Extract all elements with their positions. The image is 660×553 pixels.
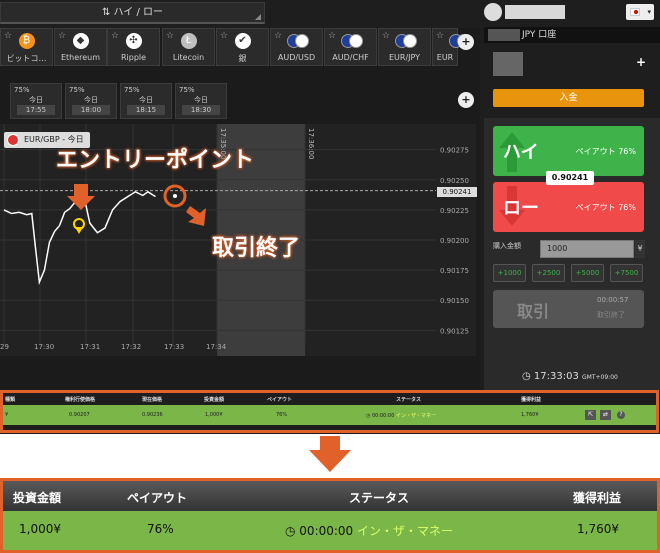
row-status: ◷ 00:00:00 イン・ザ・マネー [366,412,436,419]
row-status-text: イン・ザ・マネー [396,413,437,419]
sell-back-icon[interactable]: ⇄ [600,410,611,420]
exit-circle-icon [163,184,187,208]
quick-add-1000[interactable]: +1000 [493,264,526,282]
col-current: 現在価格 [142,397,163,403]
trade-button[interactable]: 取引 00:00:57 取引終了 [493,290,644,328]
row-current: 0.90236 [142,412,163,418]
language-caret: ▾ [647,8,651,16]
row-strike: 0.90207 [69,412,90,418]
quick-add-5000[interactable]: +5000 [571,264,604,282]
row-profit: 1,760¥ [521,412,539,418]
deposit-button[interactable]: 入金 [493,89,644,107]
zoom-row-payout: 76% [147,522,174,536]
language-button[interactable]: ▾ [626,4,654,20]
high-button[interactable]: ハイ ペイアウト 76% [493,126,644,176]
zoom-status-clock-icon: ◷ [285,524,300,538]
down-pointer-icon [309,436,351,472]
zoom-table-row: 1,000¥ 76% ◷ 00:00:00 イン・ザ・マネー 1,760¥ [3,511,657,550]
annotation-overlay [67,184,206,234]
mid-price: 0.90241 [546,171,594,185]
zoom-col-payout: ペイアウト [127,491,188,505]
trade-timer: 00:00:57 [597,296,629,304]
share-icon[interactable]: ⇱ [585,410,596,420]
col-invest: 投資金額 [204,397,225,403]
amount-label: 購入金額 [493,242,521,250]
user-name-blurred [505,5,565,19]
zoom-col-status: ステータス [349,491,410,505]
high-label: ハイ [503,142,539,163]
help-icon[interactable]: ? [617,411,625,419]
trading-app: ⇅ ハイ / ロー ☆ ₿ ビットコ… ☆ ◆ Ethereum ☆ ✣ Ripple ☆ Ł Lit… [0,0,660,553]
col-profit: 獲得利益 [521,397,542,403]
trade-timer-sub: 取引終了 [597,311,625,319]
trades-table-header: 種類 権利行使価格 現在価格 投資金額 ペイアウト ステータス 獲得利益 [3,393,656,405]
col-payout: ペイアウト [267,397,293,403]
row-time: 00:00:00 [371,413,395,419]
exit-arrow-icon [186,206,206,226]
low-label: ロー [503,198,539,219]
row-payout: 76% [276,412,288,418]
balance-plus-button[interactable]: + [636,55,646,69]
zoom-col-invest: 投資金額 [13,491,62,505]
zoom-table-header: 投資金額 ペイアウト ステータス 獲得利益 [3,481,657,511]
col-status: ステータス [396,397,422,403]
col-strike: 権利行使価格 [65,397,96,403]
trade-label: 取引 [517,302,550,321]
low-payout: ペイアウト 76% [575,203,636,212]
clock-icon: ◷ [522,371,534,382]
row-invest: 1,000¥ [205,412,223,418]
high-payout: ペイアウト 76% [575,147,636,156]
clock-tz: GMT+09:00 [582,374,618,381]
zoom-col-profit: 獲得利益 [573,491,622,505]
amount-input[interactable]: 1000 [540,240,634,258]
zoom-row-status-text: イン・ザ・マネー [357,524,454,538]
balance-blurred [493,52,523,76]
account-id-blurred [488,29,520,41]
zoom-row-time: 00:00:00 [299,524,354,538]
low-button[interactable]: ロー ペイアウト 76% [493,182,644,232]
col-type: 種類 [5,397,16,403]
table-row[interactable]: ¥ 0.90207 0.90236 1,000¥ 76% ◷ 00:00:00 … [3,405,656,425]
row-type: ¥ [5,412,9,418]
server-clock: ◷ 17:33:03 GMT+09:00 [522,371,618,382]
entry-arrow-icon [67,184,95,210]
zoom-row-invest: 1,000¥ [19,522,61,536]
quick-add-2500[interactable]: +2500 [532,264,565,282]
zoom-row-status: ◷ 00:00:00 イン・ザ・マネー [285,522,453,539]
quick-add-7500[interactable]: +7500 [610,264,643,282]
currency-label: ¥ [635,240,645,258]
zoom-row-profit: 1,760¥ [577,522,619,536]
japan-flag-icon [630,8,640,16]
entry-marker-icon [73,218,85,234]
clock-time: 17:33:03 [533,371,579,382]
avatar[interactable] [484,3,502,21]
